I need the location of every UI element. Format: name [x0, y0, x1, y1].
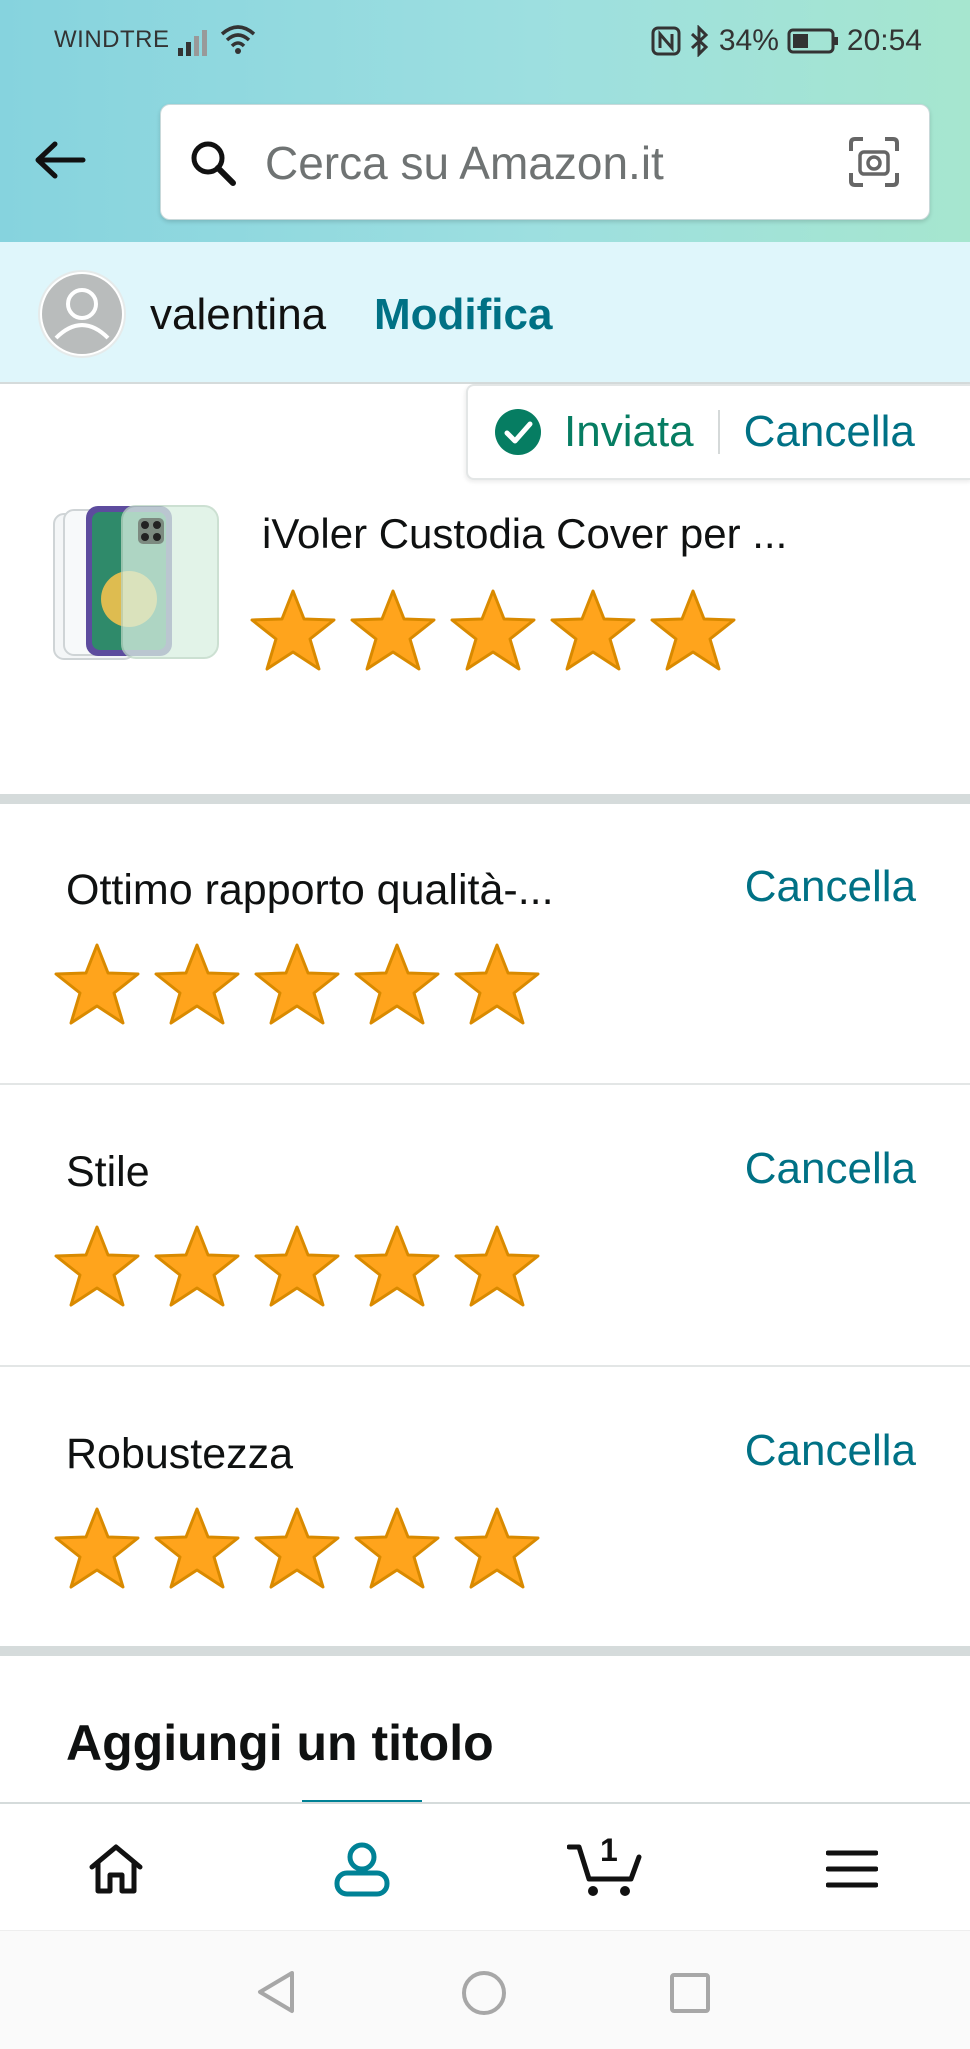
nav-home[interactable] [56, 1834, 176, 1904]
bluetooth-icon [690, 25, 709, 57]
system-recents-icon[interactable] [668, 1971, 712, 2015]
star-icon[interactable] [352, 940, 442, 1030]
nfc-icon [651, 26, 681, 56]
star-icon[interactable] [152, 1504, 242, 1594]
clock: 20:54 [846, 24, 922, 57]
attribute-rating-value[interactable] [52, 940, 542, 1030]
star-icon[interactable] [248, 586, 338, 676]
battery-percent: 34% [718, 24, 779, 57]
star-icon[interactable] [252, 940, 342, 1030]
signal-icon [178, 30, 207, 56]
attribute-rating-robustness[interactable] [52, 1504, 542, 1594]
delete-review-link[interactable]: Cancella [744, 407, 915, 457]
star-icon[interactable] [452, 1504, 542, 1594]
home-icon [89, 1844, 143, 1894]
section-divider [0, 1646, 970, 1656]
product-rating[interactable] [248, 586, 738, 676]
system-back-icon[interactable] [254, 1969, 298, 2015]
attribute-label-value: Ottimo rapporto qualità-... [66, 866, 554, 914]
bottom-nav [0, 1802, 970, 1932]
app-header: WINDTRE 34% 20:54 Cerca su Amazon.it [0, 0, 970, 242]
star-icon[interactable] [152, 1222, 242, 1312]
star-icon[interactable] [648, 586, 738, 676]
attribute-cancel-value[interactable]: Cancella [745, 862, 916, 912]
section-divider [0, 794, 970, 804]
row-divider [0, 1365, 970, 1367]
star-icon[interactable] [352, 1222, 442, 1312]
status-indicators: 34% 20:54 [651, 24, 922, 58]
system-nav-bar [0, 1930, 970, 2049]
avatar[interactable] [38, 270, 126, 358]
attribute-rating-style[interactable] [52, 1222, 542, 1312]
star-icon[interactable] [348, 586, 438, 676]
star-icon[interactable] [152, 940, 242, 1030]
system-home-icon[interactable] [460, 1969, 508, 2017]
star-icon[interactable] [448, 586, 538, 676]
star-icon[interactable] [52, 1222, 142, 1312]
star-icon[interactable] [452, 940, 542, 1030]
attribute-label-style: Stile [66, 1148, 150, 1196]
camera-search-icon[interactable] [847, 135, 901, 189]
battery-icon [787, 28, 838, 54]
menu-icon [826, 1850, 878, 1888]
edit-profile-link[interactable]: Modifica [374, 290, 552, 340]
review-sent-status: Inviata [564, 407, 694, 456]
account-bar: valentina Modifica [0, 242, 970, 384]
status-bar: WINDTRE 34% 20:54 [0, 0, 970, 82]
star-icon[interactable] [252, 1222, 342, 1312]
nav-menu[interactable] [792, 1834, 912, 1904]
cart-count-badge: 1 [600, 1832, 618, 1868]
attribute-cancel-style[interactable]: Cancella [745, 1144, 916, 1194]
review-status-pill: Inviata Cancella [466, 384, 970, 480]
carrier-label: WINDTRE [54, 26, 170, 53]
star-icon[interactable] [52, 940, 142, 1030]
star-icon[interactable] [352, 1504, 442, 1594]
star-icon[interactable] [452, 1222, 542, 1312]
star-icon[interactable] [52, 1504, 142, 1594]
nav-account[interactable] [302, 1834, 422, 1904]
wifi-icon [220, 25, 256, 54]
row-divider [0, 1083, 970, 1085]
back-button[interactable] [30, 130, 90, 190]
product-thumbnail[interactable] [52, 504, 222, 664]
check-circle-icon [495, 409, 541, 455]
user-avatar-icon [42, 274, 122, 354]
search-icon [191, 141, 236, 186]
search-input[interactable] [263, 127, 787, 199]
attribute-label-robustness: Robustezza [66, 1430, 294, 1478]
star-icon[interactable] [252, 1504, 342, 1594]
product-title[interactable]: iVoler Custodia Cover per ... [262, 510, 902, 558]
add-title-heading: Aggiungi un titolo [66, 1715, 494, 1771]
back-arrow-icon [35, 141, 86, 179]
account-icon [334, 1842, 390, 1897]
star-icon[interactable] [548, 586, 638, 676]
divider [717, 410, 720, 454]
attribute-cancel-robustness[interactable]: Cancella [745, 1426, 916, 1476]
account-name: valentina [150, 290, 327, 339]
search-bar[interactable] [160, 104, 930, 220]
